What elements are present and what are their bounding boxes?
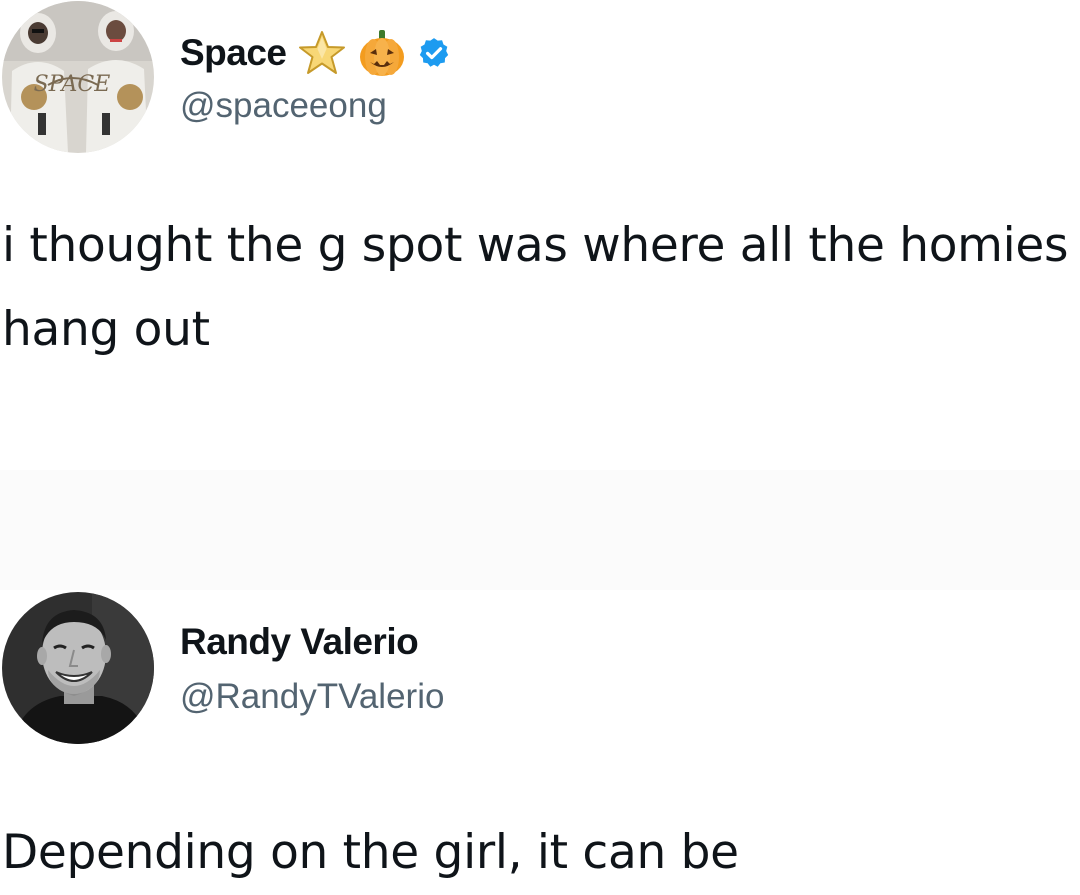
handle[interactable]: @spaceeong bbox=[180, 85, 387, 127]
tweet-divider bbox=[0, 470, 1080, 590]
display-name[interactable]: Randy Valerio bbox=[180, 620, 419, 664]
avatar-space[interactable]: SPACE bbox=[2, 1, 154, 153]
tweet-space: SPACE Space @spaceeong i thought the g s… bbox=[0, 0, 1080, 470]
name-row: Randy Valerio bbox=[180, 620, 419, 664]
pumpkin-icon bbox=[357, 28, 407, 78]
portrait-avatar-image bbox=[2, 592, 154, 744]
name-row: Space bbox=[180, 28, 451, 78]
display-name[interactable]: Space bbox=[180, 31, 287, 75]
handle[interactable]: @RandyTValerio bbox=[180, 676, 444, 718]
tweet-randy: Randy Valerio @RandyTValerio Depending o… bbox=[0, 590, 1080, 889]
avatar-logo-text: SPACE bbox=[34, 72, 111, 97]
tweet-text: i thought the g spot was where all the h… bbox=[2, 218, 1069, 357]
verified-badge-icon[interactable] bbox=[417, 36, 451, 70]
avatar-randy[interactable] bbox=[2, 592, 154, 744]
astronauts-avatar-image: SPACE bbox=[2, 1, 154, 153]
tweet-text: Depending on the girl, it can be bbox=[2, 825, 739, 880]
star-icon bbox=[297, 29, 347, 77]
